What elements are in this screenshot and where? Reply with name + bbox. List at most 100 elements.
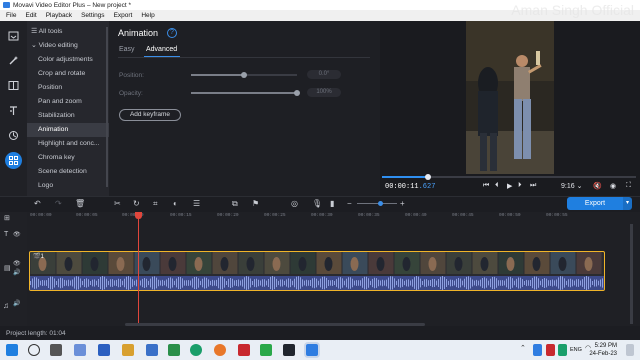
more-tools-icon[interactable] (5, 152, 22, 169)
position-slider-handle[interactable] (241, 72, 247, 78)
step-back-icon[interactable]: ⏴ (495, 182, 499, 190)
add-keyframe-button[interactable]: Add keyframe (119, 109, 181, 121)
opacity-value[interactable]: 100% (307, 88, 341, 97)
color-adjust-icon[interactable]: ◐ (173, 199, 178, 208)
playback-progress-handle[interactable] (425, 174, 431, 180)
menu-edit[interactable]: Edit (25, 12, 36, 19)
menu-settings[interactable]: Settings (81, 12, 105, 19)
menu-file[interactable]: File (6, 12, 16, 19)
position-value[interactable]: 0.0° (307, 70, 341, 79)
clip-thumbnail-figure (272, 257, 281, 271)
tools-group-video-editing[interactable]: ⌄ Video editing (27, 39, 109, 53)
mute-icon[interactable]: 🔇 (593, 182, 602, 190)
clip-thumbnail-figure (324, 257, 333, 271)
zoom-in-icon[interactable]: + (400, 199, 405, 208)
taskbar-app-icon[interactable] (98, 344, 110, 356)
aspect-ratio-select[interactable]: 9:16 ⌄ (561, 182, 582, 190)
microsoft-store-icon[interactable] (146, 344, 158, 356)
windows-start-icon[interactable] (6, 344, 18, 356)
tool-chroma-key[interactable]: Chroma key (27, 151, 109, 165)
input-language[interactable]: ENG (570, 347, 582, 353)
playhead-line[interactable] (138, 213, 139, 326)
file-explorer-icon[interactable] (122, 344, 134, 356)
clip-thumbnail-figure (480, 257, 489, 271)
snapshot-icon[interactable]: ◉ (610, 182, 616, 190)
menu-export[interactable]: Export (114, 12, 133, 19)
tool-animation[interactable]: Animation (27, 123, 109, 137)
tray-app-icon[interactable] (558, 344, 567, 356)
menu-playback[interactable]: Playback (46, 12, 72, 19)
titles-icon[interactable] (5, 102, 22, 119)
step-forward-icon[interactable]: ⏵ (518, 182, 522, 190)
playhead-handle[interactable] (135, 212, 142, 219)
taskbar-app-icon[interactable] (238, 344, 250, 356)
video-track-mute-icon[interactable]: 🔊 (13, 269, 20, 276)
widgets-icon[interactable] (74, 344, 86, 356)
timeline-zoom-handle[interactable] (378, 201, 383, 206)
export-button[interactable]: Export (567, 197, 623, 210)
tray-app-icon[interactable] (546, 344, 555, 356)
track-eye-icon[interactable]: 👁 (13, 231, 21, 238)
skip-to-start-icon[interactable]: ⏮ (483, 182, 489, 190)
tray-app-icon[interactable] (533, 344, 542, 356)
taskbar-app-icon[interactable] (190, 344, 202, 356)
tool-color-adjustments[interactable]: Color adjustments (27, 53, 109, 67)
fullscreen-icon[interactable]: ⛶ (626, 182, 631, 190)
clip-thumbnail-figure (506, 257, 515, 271)
tool-highlight-and-conceal[interactable]: Highlight and conc... (27, 137, 109, 151)
tool-logo[interactable]: Logo (27, 179, 109, 191)
notifications-icon[interactable] (626, 344, 634, 356)
stickers-icon[interactable] (5, 127, 22, 144)
tools-scrollbar[interactable] (106, 27, 108, 187)
timeline-zoom-slider[interactable] (357, 203, 397, 204)
redo-icon[interactable]: ↷ (55, 199, 62, 208)
magic-wand-icon[interactable] (5, 52, 22, 69)
marker-flag-icon[interactable]: ⚑ (252, 199, 259, 208)
delete-icon[interactable]: 🗑 (75, 199, 85, 208)
video-track-visibility-icon[interactable]: 👁 (13, 260, 21, 267)
clip-thumbnail-figure (168, 257, 177, 271)
security-shield-icon[interactable] (260, 344, 272, 356)
video-clip[interactable]: 🎬1 (29, 251, 605, 291)
help-icon[interactable]: ? (167, 28, 177, 38)
tools-all-header[interactable]: ☰ All tools (27, 25, 109, 39)
split-icon[interactable]: ✂ (114, 199, 121, 208)
insert-icon[interactable]: ⧉ (232, 199, 238, 209)
voice-over-icon[interactable]: ◎ (291, 199, 298, 208)
skip-to-end-icon[interactable]: ⏭ (530, 182, 536, 190)
transitions-icon[interactable] (5, 77, 22, 94)
timeline-vertical-scrollbar[interactable] (630, 224, 633, 324)
tab-advanced[interactable]: Advanced (146, 46, 177, 53)
taskbar-app-icon[interactable] (168, 344, 180, 356)
clip-properties-icon[interactable]: ☰ (193, 199, 200, 208)
menu-help[interactable]: Help (141, 12, 154, 19)
import-icon[interactable] (5, 27, 22, 44)
firefox-icon[interactable] (214, 344, 226, 356)
tool-position[interactable]: Position (27, 81, 109, 95)
microphone-icon[interactable]: 🎙 (312, 199, 322, 208)
taskbar-clock[interactable]: 5:29 PM 24-Feb-23 (589, 342, 617, 358)
movavi-taskbar-icon[interactable] (306, 344, 318, 356)
crop-icon[interactable]: ⌗ (153, 199, 158, 209)
tray-chevron-icon[interactable]: ⌃ (520, 344, 528, 356)
tool-pan-and-zoom[interactable]: Pan and zoom (27, 95, 109, 109)
music-track-mute-icon[interactable]: 🔊 (13, 300, 20, 307)
search-icon[interactable] (28, 344, 40, 356)
project-length: Project length: 01:04 (6, 330, 66, 337)
tool-scene-detection[interactable]: Scene detection (27, 165, 109, 179)
rotate-icon[interactable]: ↻ (133, 199, 140, 208)
ruler-tick: 00:00:45 (452, 213, 474, 218)
play-icon[interactable]: ▶ (507, 182, 512, 190)
task-view-icon[interactable] (50, 344, 62, 356)
audio-meter-icon[interactable]: ▮ (330, 199, 334, 208)
zoom-out-icon[interactable]: − (347, 199, 352, 208)
add-track-icon[interactable]: ⊞ (4, 214, 10, 222)
opacity-slider-handle[interactable] (294, 90, 300, 96)
tab-easy[interactable]: Easy (119, 46, 135, 53)
tool-crop-and-rotate[interactable]: Crop and rotate (27, 67, 109, 81)
taskbar-app-icon[interactable] (283, 344, 295, 356)
undo-icon[interactable]: ↶ (34, 199, 41, 208)
opacity-slider[interactable] (191, 92, 297, 94)
export-options-chevron-icon[interactable]: ▾ (623, 197, 632, 210)
tool-stabilization[interactable]: Stabilization (27, 109, 109, 123)
